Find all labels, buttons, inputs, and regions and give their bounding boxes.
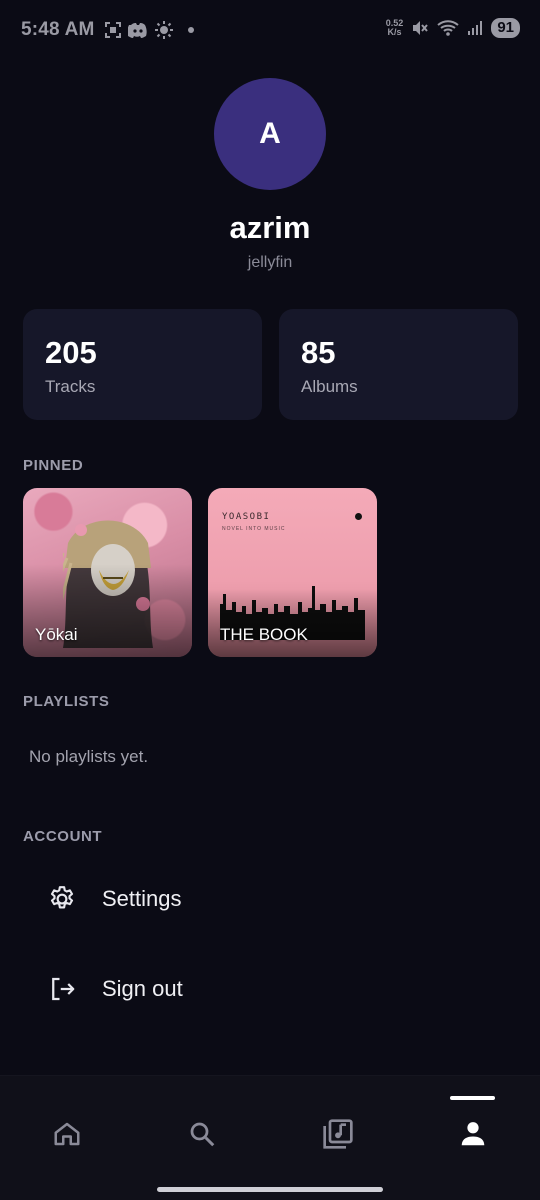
tracks-stat-card: 205 Tracks [23,309,262,420]
settings-label: Settings [102,886,182,911]
account-section-title: ACCOUNT [23,828,103,845]
album-sub-text: NOVEL INTO MUSIC [222,526,286,532]
username: azrim [229,210,311,245]
albums-count: 85 [301,335,336,370]
home-indicator[interactable] [157,1187,383,1192]
pinned-section-title: PINNED [23,457,84,474]
album-overlay [208,589,377,657]
status-notification-icons [104,20,194,40]
gear-icon [47,884,77,914]
settings-menu-item[interactable]: Settings [0,864,540,934]
playlists-empty-text: No playlists yet. [29,747,149,766]
nav-profile[interactable] [453,1114,493,1154]
server-name: jellyfin [247,254,293,271]
sign-out-menu-item[interactable]: Sign out [0,954,540,1024]
nav-home[interactable] [47,1114,87,1154]
sign-out-label: Sign out [102,976,183,1001]
nav-search[interactable] [182,1114,222,1154]
mute-icon [413,21,429,35]
playlists-section-title: PLAYLISTS [23,693,110,710]
home-icon [54,1122,80,1146]
nav-active-indicator [450,1096,495,1100]
screenshot-icon [105,22,121,38]
signal-icon [468,21,483,35]
pinned-album-the-book[interactable]: YOASOBI NOVEL INTO MUSIC THE BOOK [208,488,377,657]
brightness-icon [155,21,173,39]
pinned-album-yokai[interactable]: Yōkai [23,488,192,657]
bottom-navigation [0,1075,540,1200]
wifi-icon [437,20,459,36]
battery-level: 91 [491,18,520,38]
sign-out-icon [47,974,77,1004]
status-bar: 5:48 AM 0.52 K/s 91 [0,0,540,62]
album-brand-text: YOASOBI [222,512,271,522]
albums-stat-card: 85 Albums [279,309,518,420]
status-system-icons: 0.52 K/s 91 [386,18,520,38]
pinned-album-label: Yōkai [35,625,78,644]
tracks-count: 205 [45,335,97,370]
tracks-label: Tracks [45,377,96,396]
search-icon [190,1122,215,1147]
album-dot [355,513,362,520]
network-speed: 0.52 K/s [386,19,404,37]
network-speed-unit: K/s [387,27,402,37]
albums-label: Albums [301,377,358,396]
nav-library[interactable] [318,1114,358,1154]
status-time: 5:48 AM [21,19,95,40]
notification-dot [188,27,194,33]
pinned-album-label: THE BOOK [220,625,308,644]
profile-icon [461,1122,485,1146]
avatar: A [214,78,326,190]
discord-icon [128,23,147,38]
library-icon [323,1119,353,1149]
